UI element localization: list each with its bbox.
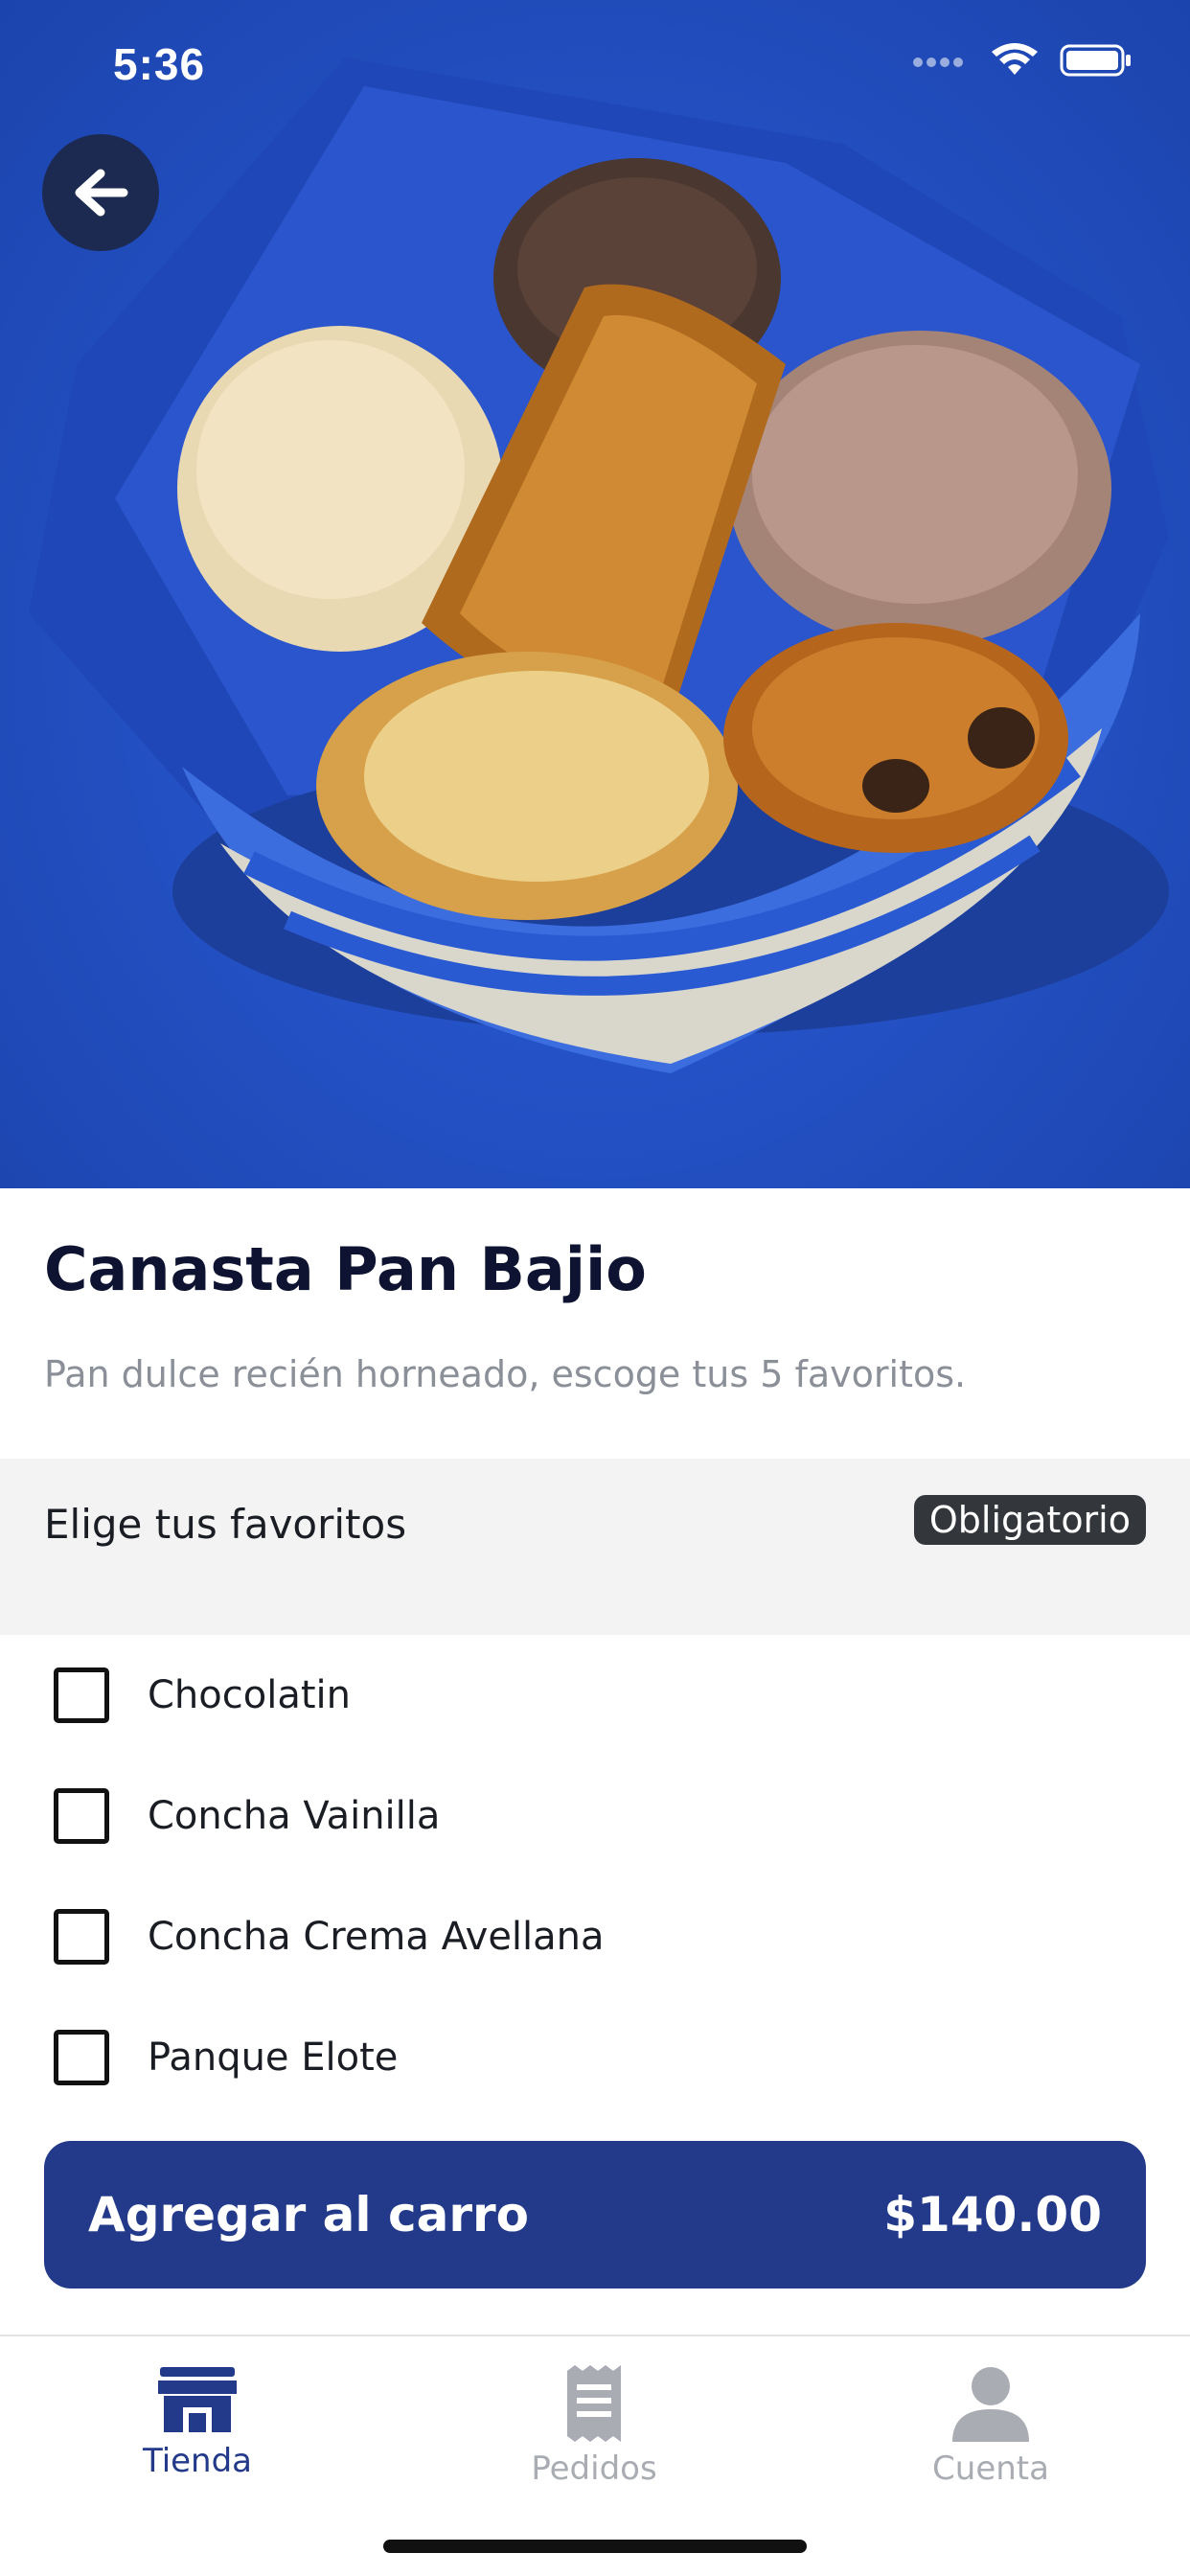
status-time: 5:36 [113, 39, 206, 89]
checkbox[interactable] [54, 1668, 109, 1723]
tab-cuenta[interactable]: Cuenta [866, 2365, 1115, 2488]
back-button[interactable] [42, 134, 159, 251]
add-to-cart-label: Agregar al carro [88, 2187, 529, 2242]
wifi-icon [992, 43, 1038, 75]
arrow-left-icon [75, 169, 128, 217]
tab-label: Cuenta [932, 2450, 1049, 2488]
add-to-cart-button[interactable]: Agregar al carro $140.00 [44, 2141, 1146, 2288]
tab-label: Tienda [142, 2442, 253, 2480]
option-label: Panque Elote [148, 2036, 399, 2080]
user-icon [952, 2367, 1029, 2442]
product-description: Pan dulce recién horneado, escoge tus 5 … [44, 1353, 967, 1395]
battery-icon [1060, 44, 1131, 77]
checkbox[interactable] [54, 2030, 109, 2085]
required-badge: Obligatorio [913, 1495, 1146, 1545]
tab-label: Pedidos [531, 2450, 657, 2488]
tab-pedidos[interactable]: Pedidos [469, 2365, 719, 2488]
checkbox[interactable] [54, 1909, 109, 1965]
options-section-header: Elige tus favoritos Obligatorio [0, 1459, 1190, 1635]
option-item-panque-elote[interactable]: Panque Elote [0, 1997, 1190, 2118]
section-title: Elige tus favoritos [44, 1501, 407, 1548]
option-label: Concha Crema Avellana [148, 1915, 605, 1959]
option-item-chocolatin[interactable]: Chocolatin [0, 1635, 1190, 1756]
option-item-concha-vainilla[interactable]: Concha Vainilla [0, 1756, 1190, 1876]
signal-icon [913, 58, 963, 67]
store-icon [158, 2367, 237, 2432]
cart-price: $140.00 [883, 2187, 1102, 2242]
option-item-concha-crema-avellana[interactable]: Concha Crema Avellana [0, 1876, 1190, 1997]
receipt-icon [567, 2365, 621, 2442]
home-indicator [383, 2540, 807, 2553]
tab-tienda[interactable]: Tienda [73, 2365, 322, 2480]
status-bar: 5:36 [0, 0, 1190, 129]
checkbox[interactable] [54, 1788, 109, 1844]
option-label: Concha Vainilla [148, 1794, 441, 1838]
product-title: Canasta Pan Bajio [44, 1234, 647, 1304]
option-label: Chocolatin [148, 1673, 351, 1717]
product-hero-image: 5:36 [0, 0, 1190, 1188]
bread-basket-photo [29, 58, 1169, 1073]
